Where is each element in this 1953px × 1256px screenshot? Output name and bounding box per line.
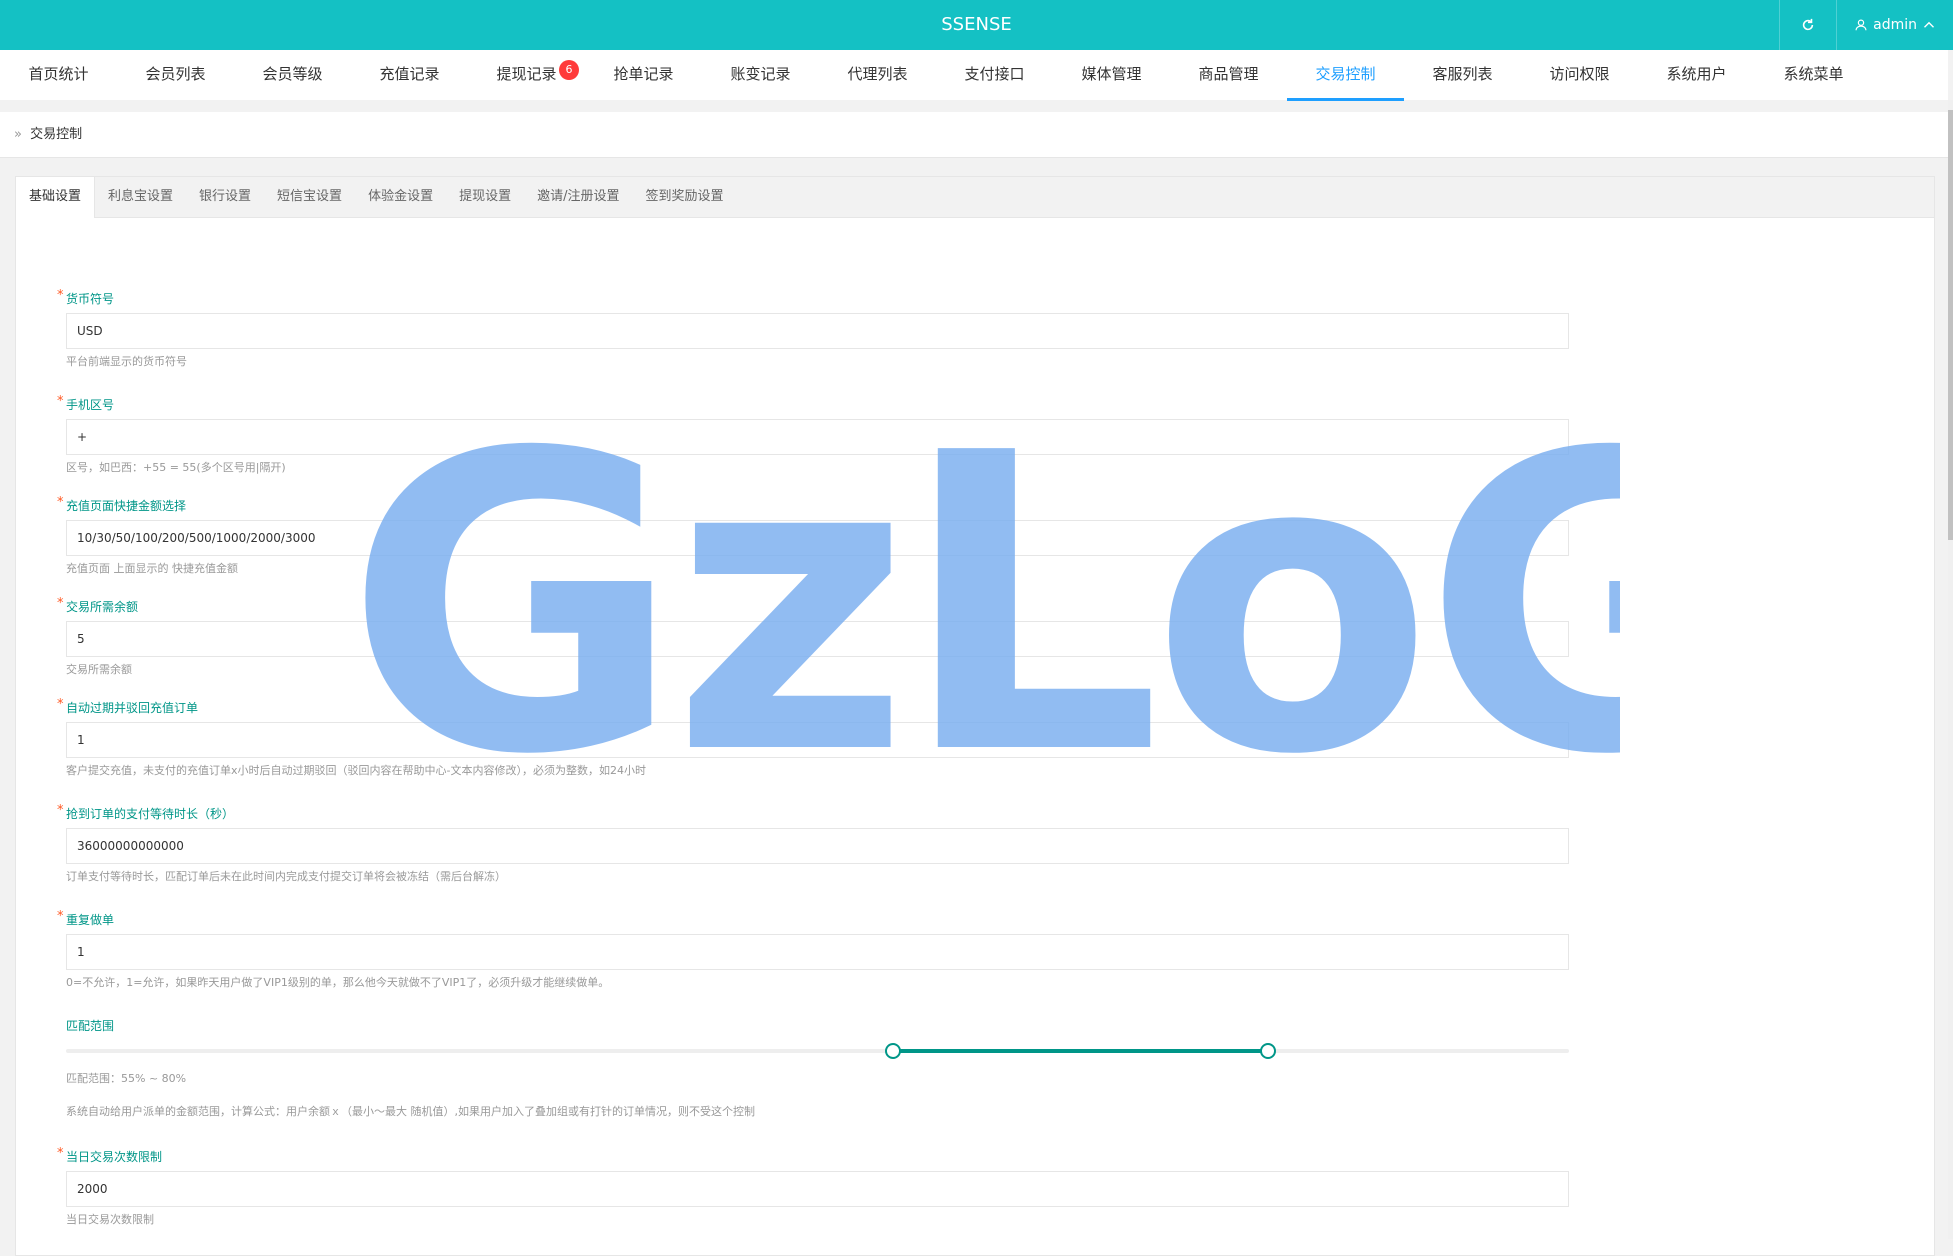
nav-item-system-menu[interactable]: 系统菜单 (1755, 50, 1872, 101)
nav-item-customer-service[interactable]: 客服列表 (1404, 50, 1521, 101)
username: admin (1873, 17, 1917, 33)
scrollbar-thumb[interactable] (1948, 110, 1953, 540)
refresh-button[interactable] (1779, 0, 1836, 50)
currency-input[interactable] (66, 313, 1569, 349)
quick-amounts-input[interactable] (66, 520, 1569, 556)
match-range-info: 匹配范围：55% ~ 80% 系统自动给用户派单的金额范围，计算公式：用户余额ｘ… (66, 1066, 1569, 1120)
match-range-slider[interactable] (66, 1043, 1569, 1059)
nav-item-account-changes[interactable]: 账变记录 (702, 50, 819, 101)
auto-expire-input[interactable] (66, 722, 1569, 758)
field-help: 平台前端显示的货币符号 (66, 355, 187, 368)
nav-item-trade-control[interactable]: 交易控制 (1287, 50, 1404, 101)
required-mark: * (57, 1146, 64, 1161)
required-mark: * (57, 495, 64, 510)
user-menu[interactable]: admin (1836, 0, 1953, 50)
field-pay-wait: *抢到订单的支付等待时长（秒） 订单支付等待时长，匹配订单后未在此时间内完成支付… (57, 803, 1569, 885)
nav-item-system-users[interactable]: 系统用户 (1638, 50, 1755, 101)
top-right-controls: admin (1779, 0, 1953, 50)
field-label: 自动过期并驳回充值订单 (66, 701, 199, 715)
field-phone-code: *手机区号 区号，如巴西：+55 = 55(多个区号用|隔开) (57, 394, 1569, 476)
required-mark: * (57, 909, 64, 924)
refresh-icon (1802, 18, 1814, 31)
field-help: 客户提交充值，未支付的充值订单x小时后自动过期驳回（驳回内容在帮助中心-文本内容… (66, 764, 646, 777)
match-range-value: 匹配范围：55% ~ 80% (66, 1072, 187, 1085)
tab-basic[interactable]: 基础设置 (16, 177, 96, 218)
field-auto-expire: *自动过期并驳回充值订单 客户提交充值，未支付的充值订单x小时后自动过期驳回（驳… (57, 697, 1569, 779)
breadcrumb-current: 交易控制 (30, 127, 83, 142)
nav-item-withdrawals[interactable]: 提现记录 6 (468, 50, 585, 101)
field-label: 货币符号 (66, 292, 115, 306)
nav-item-members[interactable]: 会员列表 (117, 50, 234, 101)
nav-item-agents[interactable]: 代理列表 (819, 50, 936, 101)
field-help: 交易所需余额 (66, 663, 132, 676)
nav-item-recharges[interactable]: 充值记录 (351, 50, 468, 101)
field-daily-limit: *当日交易次数限制 当日交易次数限制 (57, 1146, 1569, 1228)
field-help: 当日交易次数限制 (66, 1213, 154, 1226)
field-label: 匹配范围 (66, 1019, 115, 1033)
field-quick-amounts: *充值页面快捷金额选择 充值页面 上面显示的 快捷充值金额 (57, 495, 1569, 577)
daily-limit-input[interactable] (66, 1171, 1569, 1207)
notification-badge: 6 (559, 60, 579, 80)
tab-bank[interactable]: 银行设置 (186, 177, 264, 217)
nav-item-access[interactable]: 访问权限 (1521, 50, 1638, 101)
field-help: 订单支付等待时长，匹配订单后未在此时间内完成支付提交订单将会被冻结（需后台解冻） (66, 870, 506, 883)
pay-wait-input[interactable] (66, 828, 1569, 864)
min-balance-input[interactable] (66, 621, 1569, 657)
repeat-order-input[interactable] (66, 934, 1569, 970)
field-label: 交易所需余额 (66, 600, 139, 614)
field-help: 区号，如巴西：+55 = 55(多个区号用|隔开) (66, 461, 286, 474)
field-help: 系统自动给用户派单的金额范围，计算公式：用户余额ｘ（最小～最大 随机值）,如果用… (66, 1105, 755, 1118)
field-label: 充值页面快捷金额选择 (66, 499, 187, 513)
tab-interest[interactable]: 利息宝设置 (95, 177, 186, 217)
field-label: 手机区号 (66, 398, 115, 412)
required-mark: * (57, 394, 64, 409)
required-mark: * (57, 288, 64, 303)
chevron-up-icon (1924, 21, 1934, 28)
field-currency: *货币符号 平台前端显示的货币符号 (57, 288, 1569, 370)
field-help: 0=不允许，1=允许，如果昨天用户做了VIP1级别的单，那么他今天就做不了VIP… (66, 976, 610, 989)
page-scrollbar[interactable] (1948, 100, 1953, 1239)
field-label: 当日交易次数限制 (66, 1150, 163, 1164)
tab-trial[interactable]: 体验金设置 (355, 177, 446, 217)
field-min-balance: *交易所需余额 交易所需余额 (57, 596, 1569, 678)
required-mark: * (57, 803, 64, 818)
phone-code-input[interactable] (66, 419, 1569, 455)
tab-checkin[interactable]: 签到奖励设置 (632, 177, 736, 217)
nav-item-payment[interactable]: 支付接口 (936, 50, 1053, 101)
tab-sms[interactable]: 短信宝设置 (264, 177, 355, 217)
slider-handle-min[interactable] (884, 1043, 901, 1059)
breadcrumb: » 交易控制 (0, 112, 1948, 158)
field-help: 充值页面 上面显示的 快捷充值金额 (66, 562, 238, 575)
nav-item-dashboard[interactable]: 首页统计 (0, 50, 117, 101)
nav-item-media[interactable]: 媒体管理 (1053, 50, 1170, 101)
main-nav: 首页统计 会员列表 会员等级 充值记录 提现记录 6 抢单记录 账变记录 代理列… (0, 50, 1948, 101)
field-repeat-order: *重复做单 0=不允许，1=允许，如果昨天用户做了VIP1级别的单，那么他今天就… (57, 909, 1569, 991)
slider-handle-max[interactable] (1260, 1043, 1277, 1059)
required-mark: * (57, 596, 64, 611)
brand-title: SSENSE (941, 14, 1012, 35)
breadcrumb-separator: » (14, 127, 22, 142)
top-bar: SSENSE admin (0, 0, 1953, 50)
user-icon (1855, 19, 1867, 31)
nav-item-label: 提现记录 (496, 65, 557, 83)
tab-invite[interactable]: 邀请/注册设置 (524, 177, 632, 217)
settings-tabs: 基础设置 利息宝设置 银行设置 短信宝设置 体验金设置 提现设置 邀请/注册设置… (16, 177, 1934, 218)
field-match-range: 匹配范围 (66, 1018, 1569, 1034)
field-label: 重复做单 (66, 913, 115, 927)
required-mark: * (57, 697, 64, 712)
field-label: 抢到订单的支付等待时长（秒） (66, 807, 235, 821)
nav-item-grab-orders[interactable]: 抢单记录 (585, 50, 702, 101)
settings-panel: 基础设置 利息宝设置 银行设置 短信宝设置 体验金设置 提现设置 邀请/注册设置… (15, 176, 1935, 1256)
slider-fill (892, 1049, 1269, 1053)
nav-item-member-levels[interactable]: 会员等级 (234, 50, 351, 101)
tab-withdraw[interactable]: 提现设置 (446, 177, 524, 217)
nav-item-products[interactable]: 商品管理 (1170, 50, 1287, 101)
